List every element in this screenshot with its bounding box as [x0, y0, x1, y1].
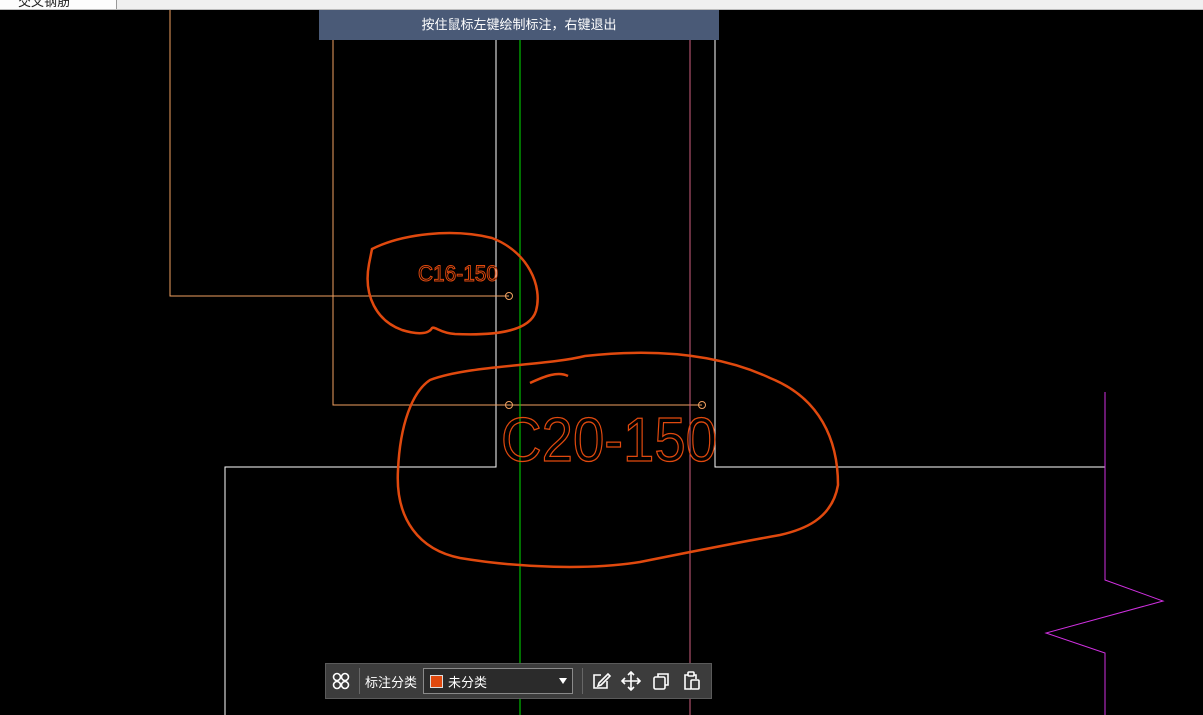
instruction-banner: 按住鼠标左键绘制标注，右键退出: [319, 10, 719, 40]
leader-line-c16: [169, 9, 509, 297]
category-label: 标注分类: [365, 674, 418, 690]
rebar-label-c16: C16-150: [418, 261, 498, 286]
chevron-down-icon: [559, 678, 568, 684]
category-dropdown[interactable]: 未分类: [423, 668, 574, 694]
move-icon[interactable]: [616, 666, 646, 696]
annotation-toolbar: 标注分类 未分类: [325, 663, 712, 699]
toolbar-divider: [582, 668, 584, 694]
top-menu-strip: 交叉钢筋: [0, 0, 1203, 10]
top-tab[interactable]: 交叉钢筋: [0, 0, 117, 9]
break-line: [1044, 392, 1165, 715]
wall-outlines: [224, 40, 1105, 715]
top-tab-label: 交叉钢筋: [18, 0, 71, 9]
wall-left-outline: [224, 40, 497, 715]
markup-stroke: [529, 372, 569, 385]
wall-right-outline: [714, 40, 1105, 468]
leader-line-c20: [332, 40, 702, 406]
category-color-swatch: [430, 674, 444, 688]
grid-icon[interactable]: [326, 666, 356, 696]
toolbar-divider: [359, 668, 360, 694]
cad-canvas[interactable]: C16-150 C20-150: [0, 0, 1203, 715]
paste-icon[interactable]: [676, 666, 706, 696]
category-value: 未分类: [448, 674, 488, 690]
copy-icon[interactable]: [646, 666, 676, 696]
leader-lines: [169, 9, 702, 406]
rebar-label-c20: C20-150: [501, 406, 717, 475]
edit-icon[interactable]: [586, 666, 616, 696]
